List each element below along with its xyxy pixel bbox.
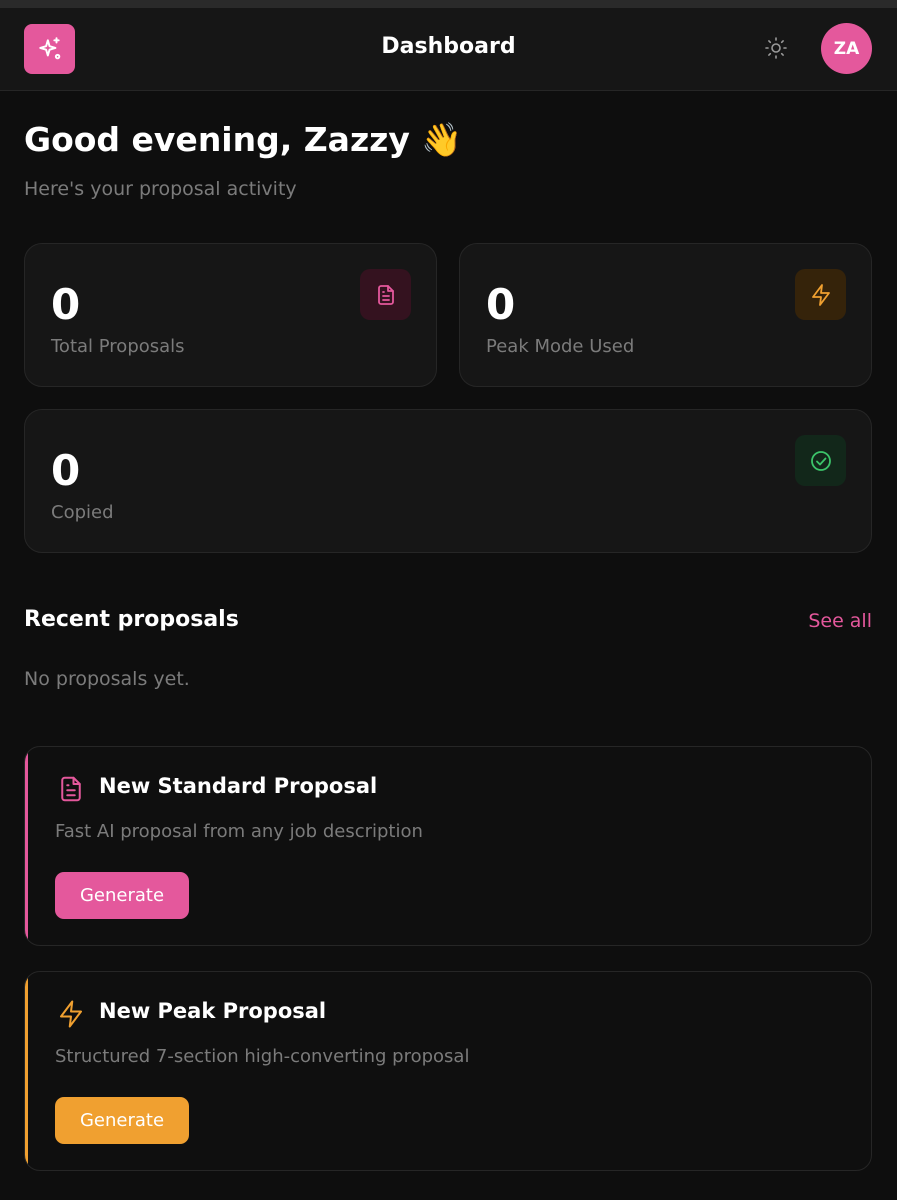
stat-icon-box [360, 269, 411, 320]
generate-peak-button[interactable]: Generate [55, 1097, 189, 1144]
action-icon [55, 998, 87, 1030]
stat-icon-box [795, 435, 846, 486]
empty-state-text: No proposals yet. [24, 668, 190, 690]
lightning-icon [811, 283, 830, 306]
lightning-icon [60, 1000, 82, 1028]
stat-card-peak-mode: 0 Peak Mode Used [459, 243, 872, 387]
action-card-standard-proposal: New Standard Proposal Fast AI proposal f… [24, 746, 872, 946]
document-icon [377, 284, 394, 305]
stat-label: Total Proposals [51, 336, 185, 357]
document-icon [61, 776, 81, 802]
action-description: Structured 7-section high-converting pro… [55, 1046, 470, 1067]
see-all-link[interactable]: See all [808, 610, 872, 632]
theme-toggle-button[interactable] [760, 32, 792, 64]
stat-value: 0 [51, 280, 81, 329]
generate-standard-button[interactable]: Generate [55, 872, 189, 919]
recent-proposals-title: Recent proposals [24, 607, 239, 632]
greeting-title: Good evening, Zazzy 👋 [24, 120, 463, 159]
action-title: New Peak Proposal [99, 999, 327, 1023]
user-avatar[interactable]: ZA [821, 23, 872, 74]
action-description: Fast AI proposal from any job descriptio… [55, 821, 423, 842]
stat-label: Copied [51, 502, 114, 523]
top-border [0, 0, 897, 8]
stat-label: Peak Mode Used [486, 336, 635, 357]
stat-value: 0 [51, 446, 81, 495]
action-icon [55, 773, 87, 805]
action-title: New Standard Proposal [99, 774, 378, 798]
greeting-subtitle: Here's your proposal activity [24, 178, 297, 200]
sun-icon [765, 37, 787, 59]
check-circle-icon [810, 450, 831, 471]
stat-card-total-proposals: 0 Total Proposals [24, 243, 437, 387]
card-accent-bar [25, 747, 28, 945]
app-header: Dashboard ZA [0, 8, 897, 91]
card-accent-bar [25, 972, 28, 1170]
stat-card-copied: 0 Copied [24, 409, 872, 553]
action-card-peak-proposal: New Peak Proposal Structured 7-section h… [24, 971, 872, 1171]
stat-value: 0 [486, 280, 516, 329]
stat-icon-box [795, 269, 846, 320]
